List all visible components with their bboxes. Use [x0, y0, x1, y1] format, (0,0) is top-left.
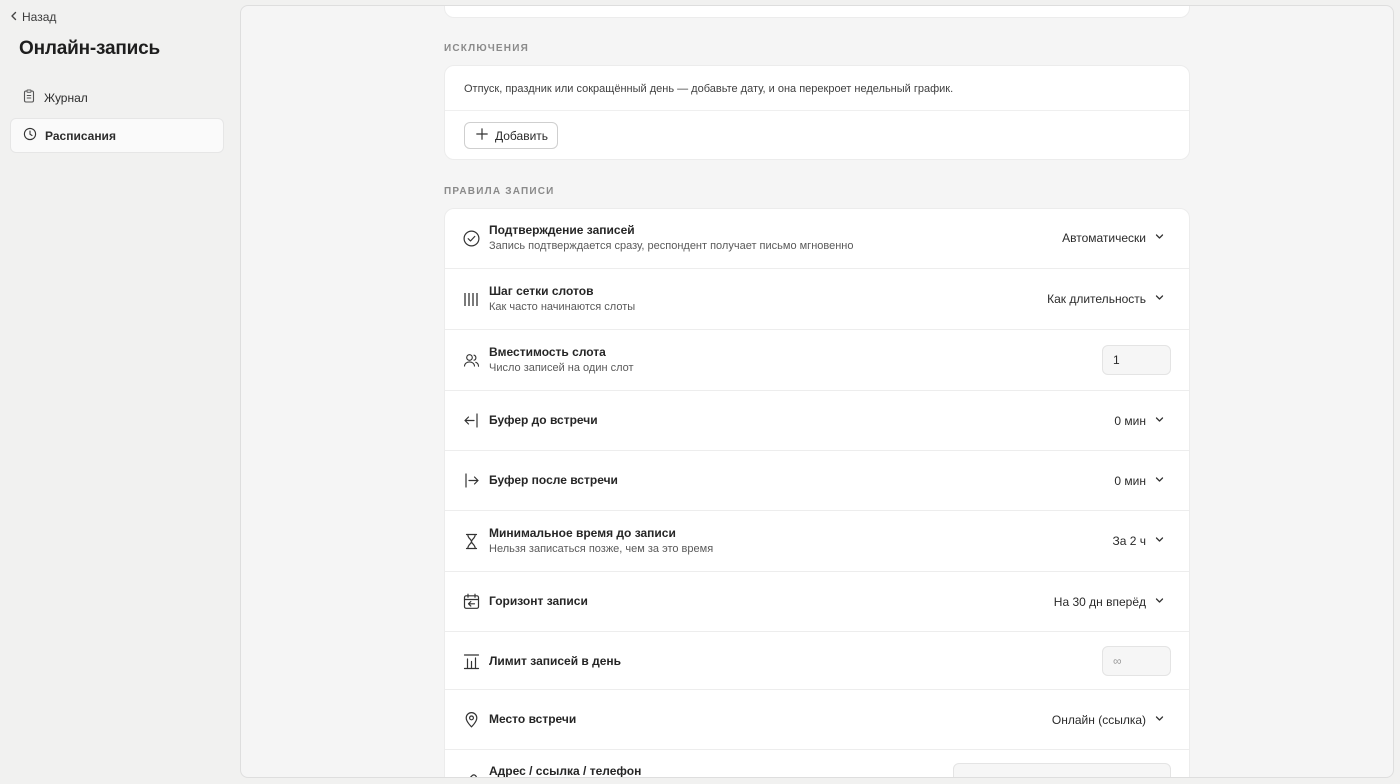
chevron-down-icon [1154, 414, 1165, 428]
rules-heading: ПРАВИЛА ЗАПИСИ [444, 186, 555, 197]
chevron-down-icon [1154, 231, 1165, 245]
add-button-label: Добавить [495, 128, 549, 143]
main-panel: ИСКЛЮЧЕНИЯ Отпуск, праздник или сокращён… [240, 5, 1394, 778]
exceptions-description: Отпуск, праздник или сокращённый день — … [464, 83, 954, 95]
rule-title: Место встречи [489, 712, 577, 726]
rule-title: Минимальное время до записи [489, 526, 676, 540]
chevron-down-icon [1154, 474, 1165, 488]
rule-row-buffer-after: Буфер после встречи 0 мин [445, 451, 1189, 511]
chevron-down-icon [1154, 292, 1165, 306]
rule-row-slot-step: Шаг сетки слотов Как часто начинаются сл… [445, 269, 1189, 330]
select-value: 0 мин [1114, 474, 1146, 488]
chevron-down-icon [1154, 713, 1165, 727]
arrow-right-bar-icon [463, 472, 480, 489]
sidebar-item-label: Расписания [45, 128, 116, 143]
select-value: 0 мин [1114, 414, 1146, 428]
rule-row-min-notice: Минимальное время до записи Нельзя запис… [445, 511, 1189, 572]
rule-row-daily-limit: Лимит записей в день [445, 632, 1189, 690]
select-value: Онлайн (ссылка) [1051, 713, 1146, 727]
meeting-place-select[interactable]: Онлайн (ссылка) [1052, 710, 1165, 730]
clipboard-icon [22, 89, 36, 106]
sidebar-item-label: Журнал [44, 90, 88, 105]
hourglass-icon [463, 533, 480, 550]
map-pin-icon [463, 711, 480, 728]
rule-row-buffer-before: Буфер до встречи 0 мин [445, 391, 1189, 451]
back-label: Назад [22, 10, 57, 24]
link-icon [463, 772, 480, 777]
rule-row-horizon: Горизонт записи На 30 дн вперёд [445, 572, 1189, 632]
exceptions-heading: ИСКЛЮЧЕНИЯ [444, 43, 530, 54]
previous-card [444, 6, 1190, 18]
select-value: За 2 ч [1112, 534, 1146, 548]
select-value: Как длительность [1047, 292, 1146, 306]
select-value: Автоматически [1062, 231, 1146, 245]
rule-title: Буфер после встречи [489, 473, 618, 487]
slot-step-select[interactable]: Как длительность [1047, 289, 1165, 309]
rule-row-address: Адрес / ссылка / телефон [445, 750, 1189, 778]
rule-row-capacity: Вместимость слота Число записей на один … [445, 330, 1189, 391]
rule-subtitle: Запись подтверждается сразу, респондент … [489, 240, 854, 252]
arrow-left-bar-icon [463, 412, 480, 429]
check-circle-icon [463, 230, 480, 247]
buffer-after-select[interactable]: 0 мин [1114, 471, 1165, 491]
add-exception-button[interactable]: Добавить [464, 122, 558, 149]
rule-title: Подтверждение записей [489, 223, 635, 237]
chevron-left-icon [8, 10, 20, 25]
app-title: Онлайн-запись [19, 38, 160, 59]
users-icon [463, 352, 480, 369]
sidebar-item-schedules[interactable]: Расписания [10, 118, 224, 153]
grid-bars-icon [463, 291, 480, 308]
back-button[interactable]: Назад [8, 8, 56, 26]
chevron-down-icon [1154, 534, 1165, 548]
rule-title: Шаг сетки слотов [489, 284, 594, 298]
exceptions-card: Отпуск, праздник или сокращённый день — … [444, 65, 1190, 160]
calendar-arrow-icon [463, 593, 480, 610]
rule-subtitle: Нельзя записаться позже, чем за это врем… [489, 543, 714, 555]
select-value: На 30 дн вперёд [1053, 595, 1146, 609]
capacity-input[interactable] [1102, 345, 1171, 375]
rule-row-meeting-place: Место встречи Онлайн (ссылка) [445, 690, 1189, 750]
rule-row-confirmation: Подтверждение записей Запись подтверждае… [445, 209, 1189, 269]
divider [445, 110, 1189, 111]
rule-subtitle: Число записей на один слот [489, 362, 634, 374]
rule-title: Вместимость слота [489, 345, 606, 359]
rules-card: Подтверждение записей Запись подтверждае… [444, 208, 1190, 778]
address-input[interactable] [953, 763, 1171, 777]
horizon-select[interactable]: На 30 дн вперёд [1054, 592, 1165, 612]
buffer-before-select[interactable]: 0 мин [1114, 411, 1165, 431]
rule-title: Горизонт записи [489, 594, 588, 608]
daily-limit-input[interactable] [1102, 646, 1171, 676]
plus-icon [475, 127, 489, 144]
rule-title: Адрес / ссылка / телефон [489, 764, 642, 778]
min-notice-select[interactable]: За 2 ч [1112, 531, 1165, 551]
confirmation-select[interactable]: Автоматически [1062, 228, 1165, 248]
chart-limit-icon [463, 653, 480, 670]
sidebar-item-journal[interactable]: Журнал [10, 80, 224, 115]
chevron-down-icon [1154, 595, 1165, 609]
clock-icon [23, 127, 37, 144]
rule-title: Буфер до встречи [489, 413, 598, 427]
sidebar: Назад Онлайн-запись Журнал Расписания [0, 0, 240, 784]
rule-title: Лимит записей в день [489, 654, 622, 668]
rule-subtitle: Как часто начинаются слоты [489, 301, 636, 313]
